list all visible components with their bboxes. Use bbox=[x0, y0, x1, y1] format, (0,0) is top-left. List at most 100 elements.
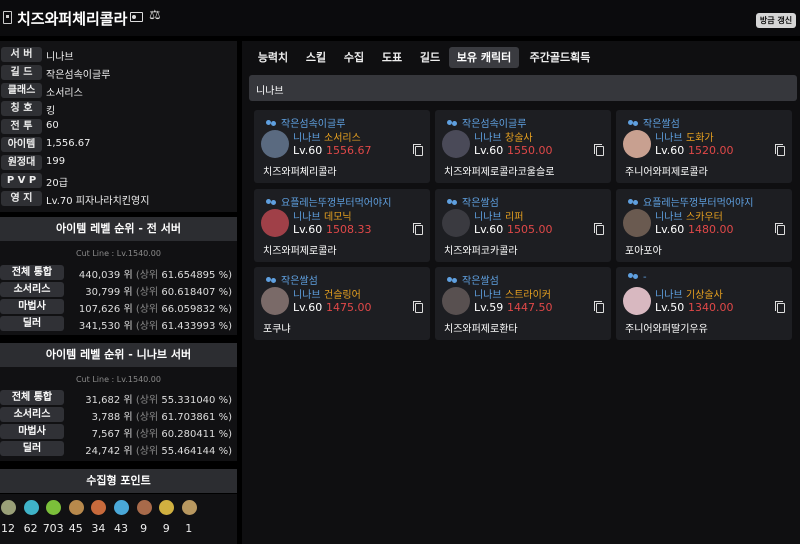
character-card[interactable]: 작은쌀섬 니나브 건슬링어 Lv.60 1475.00 포쿠냐 bbox=[254, 267, 430, 340]
character-card[interactable]: 작은쌀섬 니나브 도화가 Lv.60 1520.00 주니어와퍼제로콜라 bbox=[616, 110, 792, 183]
rank-value: 7,567 위 (상위 60.280411 %) bbox=[91, 429, 232, 440]
bookmark-icon[interactable] bbox=[3, 11, 12, 24]
art-icon[interactable] bbox=[68, 500, 84, 515]
card-level: Lv.50 bbox=[655, 301, 685, 314]
guild-icon bbox=[447, 199, 459, 207]
rank-label: 전체 통합 bbox=[0, 390, 64, 405]
card-level: Lv.60 bbox=[655, 144, 685, 157]
character-card[interactable]: 작은섬속이글루 니나브 창술사 Lv.60 1550.00 치즈와퍼제로콜라코울슬로 bbox=[435, 110, 611, 183]
rank-label: 소서리스 bbox=[0, 282, 64, 297]
scale-icon[interactable]: ⚖ bbox=[149, 8, 161, 23]
mokoko-seed-icon[interactable] bbox=[1, 500, 16, 515]
rank-value: 440,039 위 (상위 61.654895 %) bbox=[78, 270, 232, 281]
copy-icon[interactable] bbox=[594, 144, 604, 156]
guild-icon bbox=[266, 277, 278, 285]
voyage-icon[interactable] bbox=[91, 500, 107, 515]
card-level: Lv.60 bbox=[474, 144, 504, 157]
guild-icon bbox=[628, 273, 640, 281]
tab-stats[interactable]: 능력치 bbox=[249, 47, 297, 68]
card-server: 니나브 bbox=[655, 290, 683, 301]
avatar bbox=[261, 209, 289, 237]
avatar bbox=[261, 130, 289, 158]
tab-weekly-gold[interactable]: 주간골드획득 bbox=[522, 47, 598, 68]
character-card[interactable]: 작은섬속이글루 니나브 소서리스 Lv.60 1556.67 치즈와퍼체리콜라 bbox=[254, 110, 430, 183]
card-guild: 작은섬속이글루 bbox=[447, 115, 526, 130]
avatar bbox=[623, 209, 651, 237]
rank-all-panel: Cut Line : Lv.1540.00 전체 통합 440,039 위 (상위… bbox=[0, 241, 237, 335]
tab-charts[interactable]: 도표 bbox=[374, 47, 410, 68]
card-character-name: 치즈와퍼제로콜라코울슬로 bbox=[444, 167, 555, 178]
card-server: 니나브 bbox=[474, 133, 502, 144]
avatar bbox=[442, 209, 470, 237]
guild-icon bbox=[447, 120, 459, 128]
card-server: 니나브 bbox=[655, 133, 683, 144]
avatar bbox=[623, 287, 651, 315]
copy-icon[interactable] bbox=[413, 144, 423, 156]
rank-server-panel: Cut Line : Lv.1540.00 전체 통합 31,682 위 (상위 … bbox=[0, 367, 237, 461]
copy-icon[interactable] bbox=[775, 223, 785, 235]
copy-icon[interactable] bbox=[413, 223, 423, 235]
card-item-level: 1447.50 bbox=[507, 301, 553, 314]
card-character-name: 주니어와퍼제로콜라 bbox=[625, 167, 708, 178]
refresh-prefix: 방금 bbox=[759, 16, 775, 25]
world-tree-icon[interactable] bbox=[136, 500, 152, 515]
star-icon[interactable] bbox=[114, 500, 129, 515]
orpheus-star-icon[interactable] bbox=[159, 500, 175, 515]
guild-icon bbox=[628, 199, 640, 207]
card-character-name: 포아포아 bbox=[625, 246, 662, 257]
collect-panel: 12 62 703 45 34 43 9 9 1 bbox=[0, 494, 237, 544]
card-server: 니나브 bbox=[474, 290, 502, 301]
card-class: 기상술사 bbox=[686, 290, 723, 301]
character-card[interactable]: - 니나브 기상술사 Lv.50 1340.00 주니어와퍼딸기우유 bbox=[616, 267, 792, 340]
refresh-label: 갱신 bbox=[777, 16, 793, 25]
island-heart-icon[interactable] bbox=[23, 500, 39, 515]
tab-collection[interactable]: 수집 bbox=[336, 47, 372, 68]
copy-icon[interactable] bbox=[775, 144, 785, 156]
rank-label: 딜러 bbox=[0, 316, 64, 331]
igneas-token-icon[interactable] bbox=[181, 500, 197, 515]
info-row-estate: 영 지 Lv.70 피자나라치킨영지 bbox=[0, 191, 237, 207]
rank-row: 전체 통합 440,039 위 (상위 61.654895 %) bbox=[0, 265, 237, 281]
character-card[interactable]: 요플레는뚜껑부터먹어야지 니나브 데모닉 Lv.60 1508.33 치즈와퍼제로콜라 bbox=[254, 189, 430, 262]
info-value: Lv.70 피자나라치킨영지 bbox=[46, 196, 150, 207]
tab-guild[interactable]: 길드 bbox=[412, 47, 448, 68]
character-card[interactable]: 작은쌀섬 니나브 리퍼 Lv.60 1505.00 치즈와퍼코카콜라 bbox=[435, 189, 611, 262]
card-guild: - bbox=[628, 272, 647, 283]
collect-count: 9 bbox=[140, 522, 148, 535]
info-value: 20급 bbox=[46, 178, 68, 189]
collect-count: 43 bbox=[114, 522, 128, 535]
copy-icon[interactable] bbox=[775, 301, 785, 313]
card-item-level: 1556.67 bbox=[326, 144, 372, 157]
card-server: 니나브 bbox=[655, 212, 683, 223]
refresh-button[interactable]: 방금 갱신 bbox=[756, 13, 796, 28]
tab-owned-characters[interactable]: 보유 캐릭터 bbox=[449, 47, 519, 68]
card-level: Lv.60 bbox=[474, 223, 504, 236]
info-value: 니나브 bbox=[46, 52, 74, 63]
card-character-name: 주니어와퍼딸기우유 bbox=[625, 324, 708, 335]
rank-label: 소서리스 bbox=[0, 407, 64, 422]
card-item-level: 1550.00 bbox=[507, 144, 553, 157]
character-card[interactable]: 작은쌀섬 니나브 스트라이커 Lv.59 1447.50 치즈와퍼제로환타 bbox=[435, 267, 611, 340]
card-item-level: 1508.33 bbox=[326, 223, 372, 236]
rank-row: 소서리스 3,788 위 (상위 61.703861 %) bbox=[0, 407, 237, 423]
info-value: 킹 bbox=[46, 106, 56, 117]
copy-icon[interactable] bbox=[594, 223, 604, 235]
rank-all-cutline: Cut Line : Lv.1540.00 bbox=[76, 249, 161, 258]
copy-icon[interactable] bbox=[413, 301, 423, 313]
card-item-level: 1520.00 bbox=[688, 144, 734, 157]
giant-heart-icon[interactable] bbox=[46, 500, 62, 515]
copy-icon[interactable] bbox=[594, 301, 604, 313]
info-value: 작은섬속이글루 bbox=[46, 70, 111, 81]
card-guild: 작은쌀섬 bbox=[447, 194, 499, 209]
guild-icon bbox=[628, 120, 640, 128]
card-class: 리퍼 bbox=[505, 212, 524, 223]
character-card[interactable]: 요플레는뚜껑부터먹어야지 니나브 스카우터 Lv.60 1480.00 포아포아 bbox=[616, 189, 792, 262]
guild-icon bbox=[447, 277, 459, 285]
card-item-level: 1505.00 bbox=[507, 223, 553, 236]
info-row-title: 칭 호킹 bbox=[0, 101, 237, 117]
info-label: 영 지 bbox=[1, 191, 42, 206]
rank-all-heading: 아이템 레벨 순위 - 전 서버 bbox=[0, 217, 237, 241]
tab-skills[interactable]: 스킬 bbox=[299, 47, 333, 68]
avatar bbox=[442, 130, 470, 158]
id-card-icon[interactable] bbox=[130, 12, 143, 22]
